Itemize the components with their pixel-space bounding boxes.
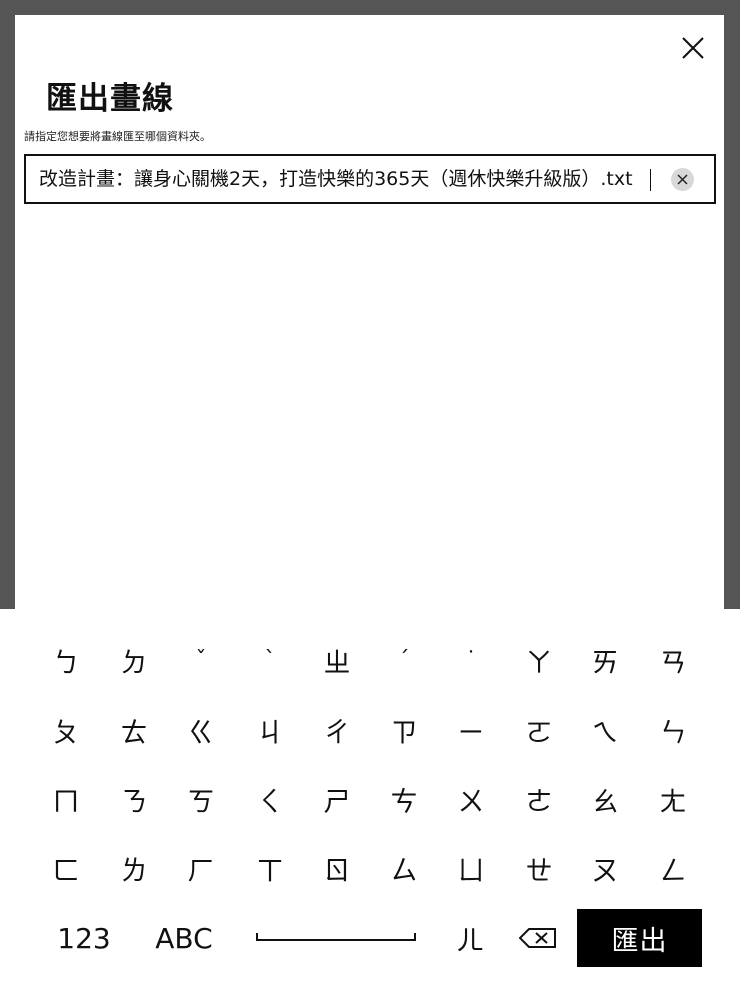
key-r4c8[interactable]: ㄝ xyxy=(505,837,573,899)
key-r4c10[interactable]: ㄥ xyxy=(639,837,707,899)
key-er[interactable]: ㄦ xyxy=(436,907,504,969)
close-icon[interactable] xyxy=(680,35,706,61)
key-r2c9[interactable]: ㄟ xyxy=(571,699,639,761)
key-r1c1[interactable]: ㄅ xyxy=(32,629,100,691)
backspace-icon xyxy=(519,928,556,948)
key-r3c7[interactable]: ㄨ xyxy=(437,768,505,830)
key-r3c2[interactable]: ㄋ xyxy=(100,768,168,830)
key-r2c8[interactable]: ㄛ xyxy=(505,699,573,761)
key-r1c4[interactable]: ˋ xyxy=(236,629,304,691)
space-bar-icon xyxy=(256,933,416,941)
key-r2c10[interactable]: ㄣ xyxy=(639,699,707,761)
key-r3c6[interactable]: ㄘ xyxy=(370,768,438,830)
key-r2c1[interactable]: ㄆ xyxy=(32,699,100,761)
backspace-key[interactable] xyxy=(506,907,570,969)
key-r2c6[interactable]: ㄗ xyxy=(370,699,438,761)
key-r4c5[interactable]: ㄖ xyxy=(303,837,371,899)
key-r1c5[interactable]: ㄓ xyxy=(303,629,371,691)
key-r2c4[interactable]: ㄐ xyxy=(236,699,304,761)
key-r3c9[interactable]: ㄠ xyxy=(571,768,639,830)
text-caret xyxy=(650,169,651,191)
key-r4c4[interactable]: ㄒ xyxy=(236,837,304,899)
filename-input[interactable]: 改造計畫：讓身心關機2天，打造快樂的365天（週休快樂升級版）.txt xyxy=(24,154,716,204)
export-highlights-dialog: 匯出畫線 請指定您想要將畫線匯至哪個資料夾。 改造計畫：讓身心關機2天，打造快樂… xyxy=(15,15,724,609)
zhuyin-keyboard: ㄅㄉ ˇ ˋ ㄓ ˊ ˙ ㄚㄞㄢㄆㄊㄍㄐㄔㄗㄧㄛㄟㄣㄇㄋㄎㄑㄕㄘㄨㄜㄠㄤㄈㄌㄏㄒㄖㄙㄩㄝㄡㄥ… xyxy=(0,609,740,984)
key-r4c2[interactable]: ㄌ xyxy=(100,837,168,899)
abc-key[interactable]: ABC xyxy=(144,907,224,969)
key-r1c10[interactable]: ㄢ xyxy=(639,629,707,691)
key-r3c3[interactable]: ㄎ xyxy=(167,768,235,830)
key-r1c7[interactable]: ˙ xyxy=(437,629,505,691)
key-r2c2[interactable]: ㄊ xyxy=(100,699,168,761)
key-r4c7[interactable]: ㄩ xyxy=(437,837,505,899)
key-r3c5[interactable]: ㄕ xyxy=(303,768,371,830)
key-r1c8[interactable]: ㄚ xyxy=(505,629,573,691)
key-r4c1[interactable]: ㄈ xyxy=(32,837,100,899)
key-r2c5[interactable]: ㄔ xyxy=(303,699,371,761)
key-r3c10[interactable]: ㄤ xyxy=(639,768,707,830)
clear-icon[interactable] xyxy=(671,168,694,191)
key-r3c1[interactable]: ㄇ xyxy=(32,768,100,830)
key-r1c6[interactable]: ˊ xyxy=(370,629,438,691)
space-key[interactable] xyxy=(256,905,416,945)
key-r1c2[interactable]: ㄉ xyxy=(100,629,168,691)
key-r3c4[interactable]: ㄑ xyxy=(236,768,304,830)
key-r4c6[interactable]: ㄙ xyxy=(370,837,438,899)
key-r1c9[interactable]: ㄞ xyxy=(571,629,639,691)
dialog-subtitle: 請指定您想要將畫線匯至哪個資料夾。 xyxy=(24,130,211,143)
key-r1c3[interactable]: ˇ xyxy=(167,629,235,691)
dialog-title: 匯出畫線 xyxy=(46,81,174,117)
key-r4c3[interactable]: ㄏ xyxy=(167,837,235,899)
numbers-key[interactable]: 123 xyxy=(44,907,124,969)
key-r3c8[interactable]: ㄜ xyxy=(505,768,573,830)
key-r2c7[interactable]: ㄧ xyxy=(437,699,505,761)
filename-value[interactable]: 改造計畫：讓身心關機2天，打造快樂的365天（週休快樂升級版）.txt xyxy=(39,156,659,202)
key-r2c3[interactable]: ㄍ xyxy=(167,699,235,761)
export-button[interactable]: 匯出 xyxy=(577,909,702,967)
key-r4c9[interactable]: ㄡ xyxy=(571,837,639,899)
